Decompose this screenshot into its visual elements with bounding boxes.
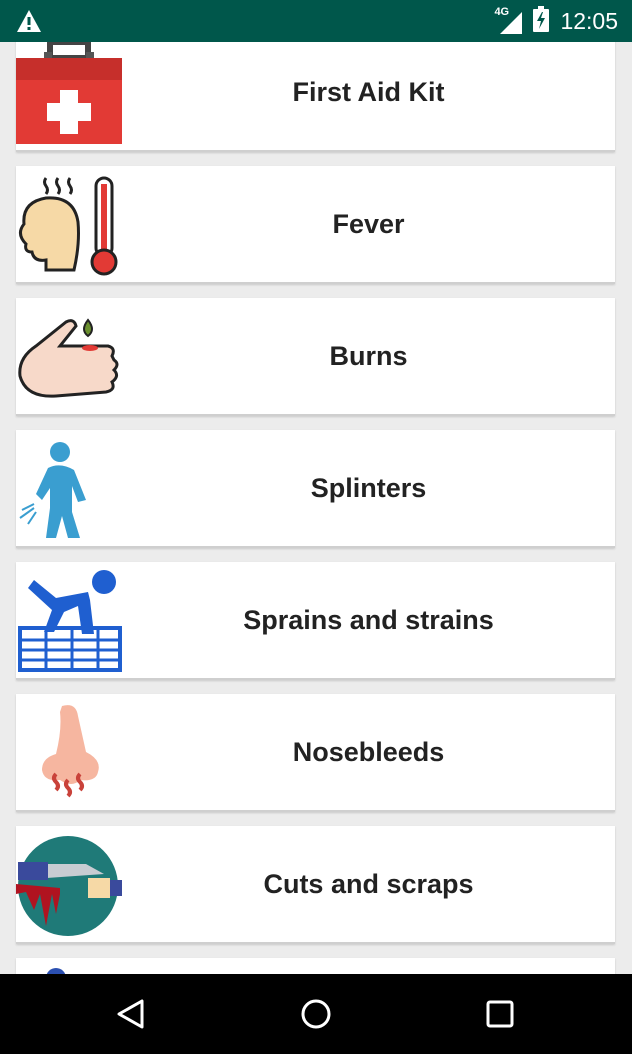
list-item-fever[interactable]: Fever — [16, 166, 615, 284]
list-item-partial[interactable] — [16, 958, 615, 974]
item-label: Sprains and strains — [243, 604, 494, 635]
fever-thermometer-icon — [16, 174, 122, 276]
back-icon[interactable] — [107, 990, 155, 1038]
slipping-person-icon — [16, 570, 122, 672]
item-label: Fever — [332, 208, 405, 239]
list-item-sprains-and-strains[interactable]: Sprains and strains — [16, 562, 615, 680]
home-icon[interactable] — [292, 990, 340, 1038]
network-type-label: 4G — [494, 6, 510, 18]
navigation-bar — [0, 974, 632, 1054]
item-label — [122, 958, 615, 974]
status-bar: 4G 12:05 — [0, 0, 632, 42]
knife-cut-icon — [16, 834, 122, 936]
first-aid-kit-icon — [16, 42, 122, 144]
list-item-nosebleeds[interactable]: Nosebleeds — [16, 694, 615, 812]
item-label: Splinters — [310, 472, 427, 503]
person-splinter-icon — [16, 438, 122, 540]
nose-icon — [16, 702, 122, 804]
list-item-burns[interactable]: Burns — [16, 298, 615, 416]
status-clock: 12:05 — [560, 7, 618, 34]
topic-list[interactable]: First Aid Kit Fever Burns Splinters Spra… — [0, 42, 632, 974]
item-label: Nosebleeds — [292, 736, 445, 767]
list-item-first-aid-kit[interactable]: First Aid Kit — [16, 42, 615, 152]
cell-signal-icon: 4G — [494, 6, 523, 34]
recents-icon[interactable] — [476, 990, 524, 1038]
item-label: Burns — [329, 340, 408, 371]
item-label: First Aid Kit — [292, 76, 445, 107]
person-icon — [16, 966, 122, 974]
warning-triangle-icon — [16, 9, 42, 38]
burned-hand-icon — [16, 306, 122, 408]
battery-charging-icon — [532, 5, 550, 37]
list-item-cuts-and-scraps[interactable]: Cuts and scraps — [16, 826, 615, 944]
item-label: Cuts and scraps — [263, 868, 474, 899]
list-item-splinters[interactable]: Splinters — [16, 430, 615, 548]
